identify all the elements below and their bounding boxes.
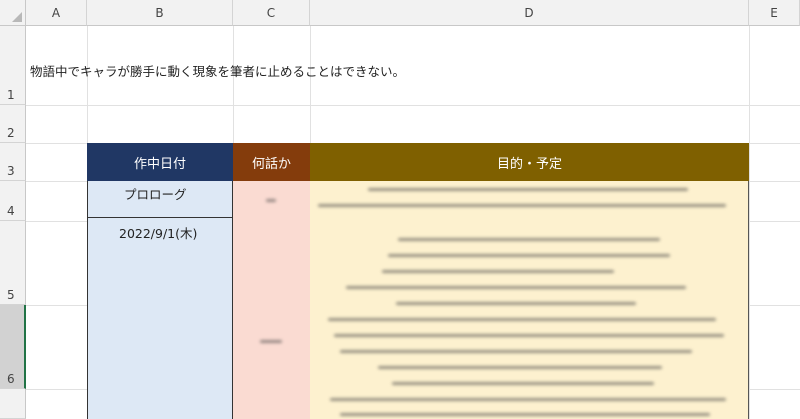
row-header-2[interactable]: 2 (0, 105, 26, 143)
column-header-c[interactable]: C (233, 0, 310, 26)
header-cell-episode[interactable]: 何話か (233, 143, 310, 181)
column-header-a[interactable]: A (26, 0, 87, 26)
column-header-e[interactable]: E (749, 0, 800, 26)
episode-column-cells[interactable] (233, 181, 310, 419)
gridline (26, 105, 800, 106)
row-label: 6 (7, 372, 15, 386)
column-label: B (155, 5, 164, 20)
blurred-content (260, 340, 282, 343)
row-label: 3 (7, 164, 15, 178)
column-header-b[interactable]: B (87, 0, 233, 26)
gridline (749, 26, 750, 419)
row-label: 5 (7, 288, 15, 302)
row-header-6[interactable]: 6 (0, 305, 26, 389)
date-cell-prologue[interactable]: プロローグ (124, 184, 187, 203)
blurred-content (266, 199, 276, 202)
column-label: E (770, 5, 778, 20)
row-header-5[interactable]: 5 (0, 221, 26, 305)
date-cell-2022-09-01[interactable]: 2022/9/1(木) (119, 223, 197, 242)
column-header-d[interactable]: D (310, 0, 749, 26)
row-label: 4 (7, 204, 15, 218)
header-cell-date[interactable]: 作中日付 (87, 143, 233, 181)
header-cell-goal[interactable]: 目的・予定 (310, 143, 749, 181)
row-label: 1 (7, 88, 15, 102)
row-header-7[interactable] (0, 389, 26, 419)
row-header-1[interactable]: 1 (0, 26, 26, 105)
spreadsheet: A B C D E 1 2 3 4 5 6 物語中でキャラが勝手に動く現象を筆者… (0, 0, 800, 419)
header-label: 何話か (251, 156, 291, 172)
row-label: 2 (7, 126, 15, 140)
header-label: 作中日付 (133, 156, 186, 172)
row-header-3[interactable]: 3 (0, 143, 26, 181)
select-all-corner[interactable] (0, 0, 26, 26)
column-label: A (51, 5, 61, 20)
row-header-4[interactable]: 4 (0, 181, 26, 221)
header-label: 目的・予定 (496, 156, 562, 172)
cell-border (87, 217, 233, 218)
column-label: C (266, 5, 276, 20)
column-label: D (524, 5, 534, 20)
intro-text-cell[interactable]: 物語中でキャラが勝手に動く現象を筆者に止めることはできない。 (30, 61, 405, 80)
